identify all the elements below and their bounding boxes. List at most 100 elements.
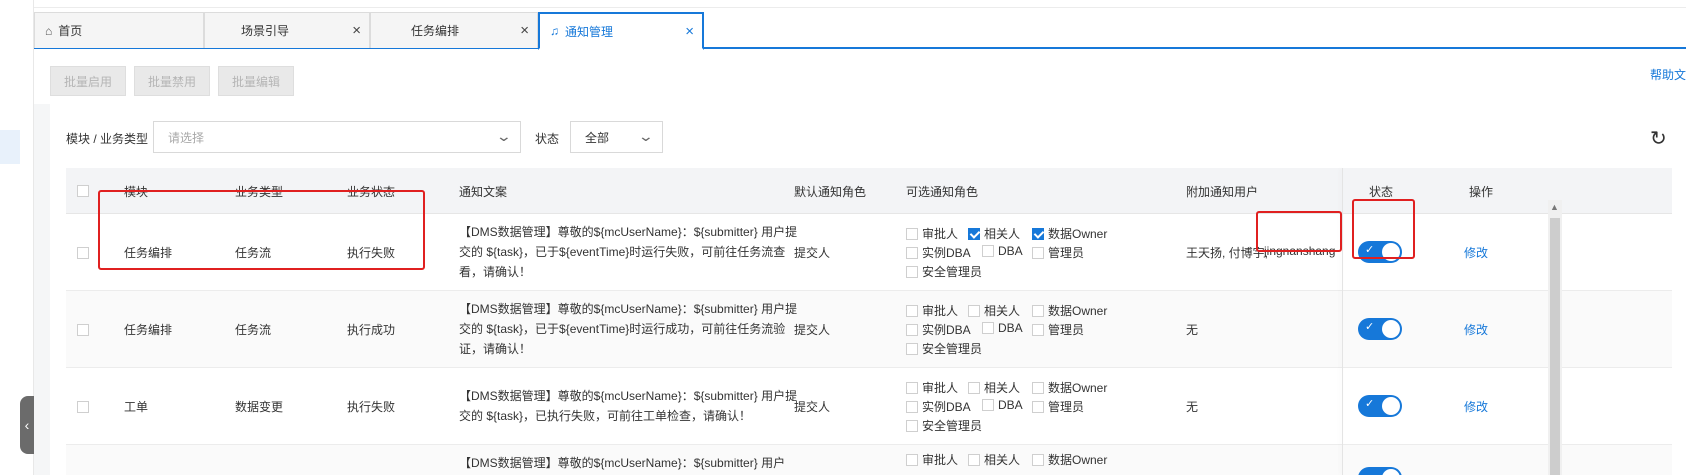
role-checkbox[interactable] [1032, 401, 1044, 413]
chevron-down-icon: ⌄ [637, 128, 655, 144]
role-checkbox[interactable] [906, 266, 918, 278]
role-dba[interactable]: DBA [982, 321, 1023, 335]
role-checkbox[interactable] [906, 454, 918, 466]
cell-module: 任务编排 [124, 323, 173, 337]
role-checkbox[interactable] [906, 247, 918, 259]
tab-label: 场景引导 [241, 24, 290, 38]
role-checkbox[interactable] [1032, 228, 1044, 240]
role-checkbox[interactable] [1032, 247, 1044, 259]
cell-copy: 【DMS数据管理】尊敬的${mcUserName}：${submitter} 用… [459, 456, 786, 470]
status-filter-label: 状态 [535, 132, 560, 146]
role-checkbox[interactable] [982, 399, 994, 411]
role-dba[interactable]: DBA [982, 398, 1023, 412]
role-admin[interactable]: 管理员 [1032, 321, 1084, 338]
scroll-thumb[interactable] [1550, 218, 1560, 475]
role-admin[interactable]: 管理员 [1032, 398, 1084, 415]
role-security-admin[interactable]: 安全管理员 [906, 417, 982, 434]
tab-label: 通知管理 [565, 24, 614, 39]
refresh-icon[interactable]: ↻ [1650, 126, 1667, 151]
role-checkbox[interactable] [1032, 324, 1044, 336]
role-checkbox[interactable] [1032, 454, 1044, 466]
tab-home[interactable]: ⌂ 首页 [34, 12, 204, 48]
role-admin[interactable]: 管理员 [1032, 244, 1084, 261]
status-select[interactable]: 全部 ⌄ [570, 121, 663, 153]
role-related[interactable]: 相关人 [968, 225, 1020, 242]
header-default-role: 默认通知角色 [794, 185, 867, 199]
role-security-admin[interactable]: 安全管理员 [906, 263, 982, 280]
role-checkbox[interactable] [968, 454, 980, 466]
role-instance-dba[interactable]: 实例DBA [906, 244, 971, 261]
row-checkbox[interactable] [77, 401, 89, 413]
sidebar-collapse-handle[interactable]: ‹ [20, 396, 34, 454]
select-all-checkbox[interactable] [77, 185, 89, 197]
edit-link[interactable]: 修改 [1464, 244, 1488, 261]
role-checkbox[interactable] [982, 322, 994, 334]
role-checkbox[interactable] [982, 245, 994, 257]
role-data-owner[interactable]: 数据Owner [1032, 302, 1107, 319]
highlight-box-extra-user [1256, 211, 1342, 252]
row-checkbox[interactable] [77, 324, 89, 336]
role-related[interactable]: 相关人 [968, 451, 1020, 468]
cell-extra-users: 无 [1186, 323, 1199, 337]
role-checkbox[interactable] [906, 382, 918, 394]
role-checkbox[interactable] [1032, 382, 1044, 394]
table-row: 【DMS数据管理】尊敬的${mcUserName}：${submitter} 用… [66, 445, 1672, 475]
close-icon[interactable]: × [685, 23, 694, 40]
role-checkbox[interactable] [906, 343, 918, 355]
role-checkbox[interactable] [906, 401, 918, 413]
header-status: 状态 [1369, 185, 1394, 199]
status-toggle[interactable]: ✓ [1358, 318, 1402, 340]
module-select-placeholder: 请选择 [168, 130, 205, 145]
role-data-owner[interactable]: 数据Owner [1032, 451, 1107, 468]
module-filter-label: 模块 / 业务类型 [66, 132, 149, 146]
tab-task-orchestration[interactable]: 任务编排 × [370, 12, 538, 48]
role-approver[interactable]: 审批人 [906, 225, 958, 242]
role-data-owner[interactable]: 数据Owner [1032, 379, 1107, 396]
module-select[interactable]: 请选择 ⌄ [153, 121, 521, 153]
role-approver[interactable]: 审批人 [906, 451, 958, 468]
header-action: 操作 [1469, 185, 1494, 199]
role-approver[interactable]: 审批人 [906, 379, 958, 396]
role-checkbox[interactable] [968, 305, 980, 317]
role-approver[interactable]: 审批人 [906, 302, 958, 319]
cell-biz-type: 任务流 [235, 323, 272, 337]
close-icon[interactable]: × [352, 22, 361, 39]
role-checkbox[interactable] [1032, 305, 1044, 317]
role-instance-dba[interactable]: 实例DBA [906, 398, 971, 415]
tab-scene-guide[interactable]: 场景引导 × [204, 12, 370, 48]
role-checkbox[interactable] [906, 305, 918, 317]
edit-link[interactable]: 修改 [1464, 398, 1488, 415]
role-dba[interactable]: DBA [982, 244, 1023, 258]
role-instance-dba[interactable]: 实例DBA [906, 321, 971, 338]
role-checkbox[interactable] [906, 324, 918, 336]
role-checkbox[interactable] [906, 420, 918, 432]
batch-disable-button[interactable]: 批量禁用 [134, 66, 210, 96]
role-security-admin[interactable]: 安全管理员 [906, 340, 982, 357]
cell-biz-type: 数据变更 [235, 400, 284, 414]
status-select-value: 全部 [585, 130, 610, 145]
role-data-owner[interactable]: 数据Owner [1032, 225, 1107, 242]
role-checkbox[interactable] [968, 228, 980, 240]
batch-edit-button[interactable]: 批量编辑 [218, 66, 294, 96]
role-checkbox[interactable] [906, 228, 918, 240]
scroll-up-arrow-icon[interactable]: ▲ [1550, 202, 1559, 212]
top-header [34, 0, 1686, 8]
tab-notification-management[interactable]: ♫ 通知管理 × [538, 12, 704, 50]
cell-default-role: 提交人 [794, 323, 831, 337]
tab-label: 任务编排 [411, 24, 460, 38]
close-icon[interactable]: × [520, 22, 529, 39]
status-toggle[interactable]: ✓ [1358, 395, 1402, 417]
status-toggle[interactable] [1358, 467, 1402, 475]
edit-link[interactable]: 修改 [1464, 321, 1488, 338]
cell-copy: 【DMS数据管理】尊敬的${mcUserName}：${submitter} 用… [459, 225, 798, 279]
batch-enable-button[interactable]: 批量启用 [50, 66, 126, 96]
cell-default-role: 提交人 [794, 246, 831, 260]
role-related[interactable]: 相关人 [968, 302, 1020, 319]
vertical-scrollbar[interactable]: ▲ [1548, 200, 1562, 475]
role-related[interactable]: 相关人 [968, 379, 1020, 396]
row-checkbox[interactable] [77, 247, 89, 259]
sidebar-active-highlight [0, 130, 20, 164]
highlight-box-row-info [98, 190, 425, 270]
help-link[interactable]: 帮助文 [1650, 66, 1686, 83]
role-checkbox[interactable] [968, 382, 980, 394]
